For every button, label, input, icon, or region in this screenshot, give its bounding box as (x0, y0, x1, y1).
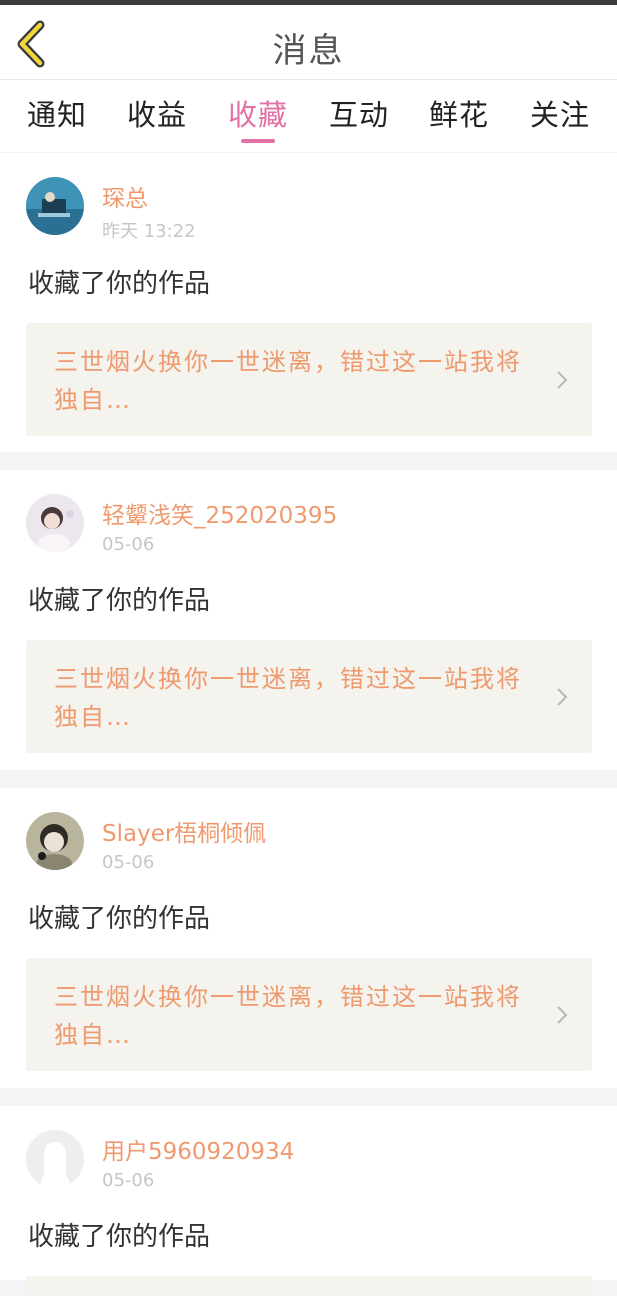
work-card[interactable]: 三世烟火换你一世迷离，错过这一站我将独自… (26, 640, 592, 753)
tab-flowers[interactable]: 鲜花 (414, 92, 504, 134)
tab-notifications[interactable]: 通知 (12, 92, 102, 134)
action-text: 收藏了你的作品 (28, 904, 211, 934)
list-item: 轻颦浅笑_252020395 05-06 收藏了你的作品 三世烟火换你一世迷离，… (0, 470, 617, 770)
work-title: 三世烟火换你一世迷离，错过这一站我将独自… (54, 983, 522, 1049)
timestamp: 05-06 (102, 534, 155, 555)
chevron-right-icon (557, 688, 568, 706)
action-text: 收藏了你的作品 (28, 269, 211, 299)
username[interactable]: 用户5960920934 (102, 1132, 294, 1166)
avatar[interactable] (26, 1130, 84, 1188)
chevron-right-icon (557, 371, 568, 389)
list-item: Slayer梧桐倾佩 05-06 收藏了你的作品 三世烟火换你一世迷离，错过这一… (0, 788, 617, 1088)
header: 消息 (0, 5, 617, 80)
chevron-right-icon (557, 1006, 568, 1024)
tab-interactions[interactable]: 互动 (314, 92, 404, 134)
timestamp: 昨天 13:22 (102, 221, 196, 242)
action-text: 收藏了你的作品 (28, 1222, 211, 1252)
active-tab-indicator (241, 139, 275, 143)
avatar[interactable] (26, 494, 84, 552)
avatar[interactable] (26, 177, 84, 235)
username[interactable]: Slayer梧桐倾佩 (102, 814, 266, 848)
work-title: 三世烟火换你一世迷离，错过这一站我将独自… (54, 665, 522, 731)
list-item: 琛总 昨天 13:22 收藏了你的作品 三世烟火换你一世迷离，错过这一站我将独自… (0, 153, 617, 452)
tab-following[interactable]: 关注 (515, 92, 605, 134)
avatar[interactable] (26, 812, 84, 870)
work-card[interactable]: 三世烟火换你一世迷离，错过这一站我将独自… (26, 958, 592, 1071)
work-card[interactable] (26, 1276, 592, 1296)
tab-bar: 通知 收益 收藏 互动 鲜花 关注 (0, 80, 617, 152)
list-item: 用户5960920934 05-06 收藏了你的作品 (0, 1106, 617, 1296)
username[interactable]: 轻颦浅笑_252020395 (102, 496, 337, 530)
timestamp: 05-06 (102, 1170, 155, 1191)
action-text: 收藏了你的作品 (28, 586, 211, 616)
tab-earnings[interactable]: 收益 (112, 92, 202, 134)
work-card[interactable]: 三世烟火换你一世迷离，错过这一站我将独自… (26, 323, 592, 436)
tab-favorites[interactable]: 收藏 (213, 92, 303, 134)
page-title: 消息 (272, 31, 345, 71)
work-title: 三世烟火换你一世迷离，错过这一站我将独自… (54, 348, 522, 414)
timestamp: 05-06 (102, 852, 155, 873)
username[interactable]: 琛总 (102, 179, 148, 213)
